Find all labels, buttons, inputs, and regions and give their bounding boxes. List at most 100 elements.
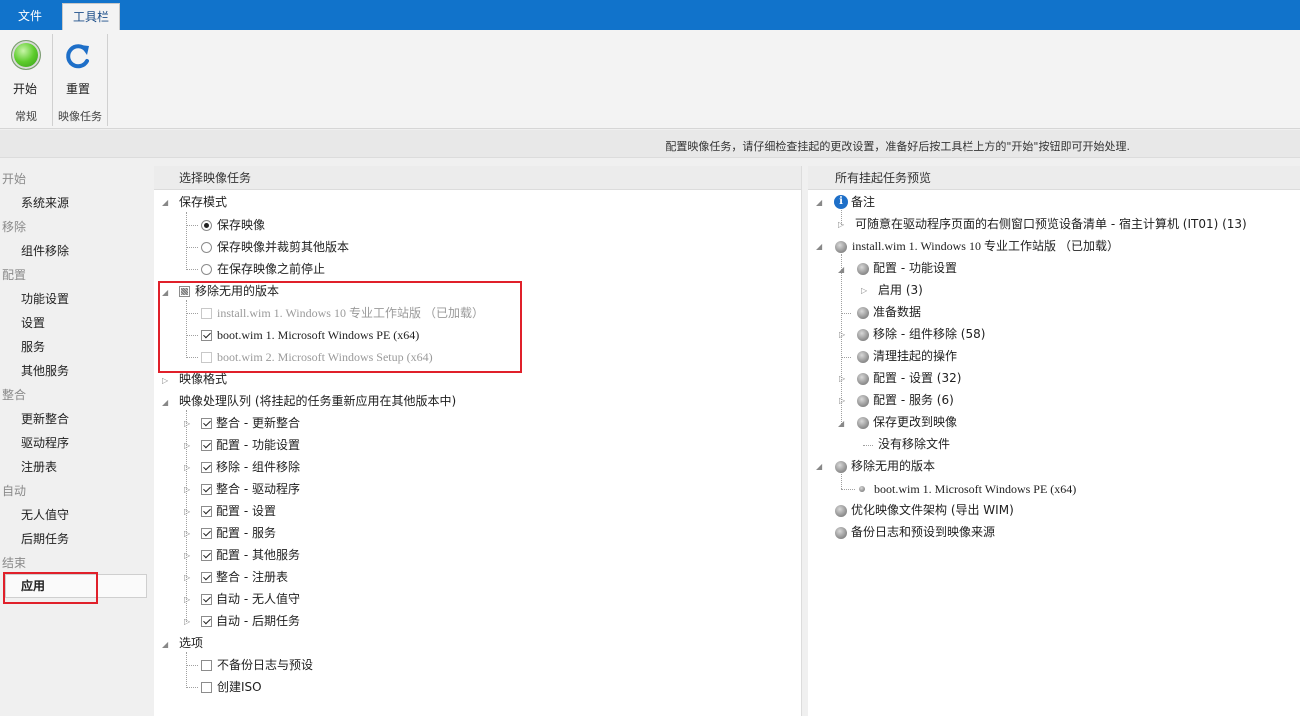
pending-tasks-panel: 所有挂起任务预览 ◢ i 备注 ▷ 可随意在驱动程序页面的右侧窗口预览设备清单 …	[808, 166, 1300, 716]
collapse-arrow-icon[interactable]: ◢	[816, 242, 822, 251]
checkbox-queue-item[interactable]	[201, 528, 212, 539]
menu-bar: 文件 工具栏	[0, 0, 1300, 30]
expand-arrow-icon[interactable]: ▷	[839, 330, 845, 339]
radio-stop-before-save[interactable]	[201, 264, 212, 275]
tab-file[interactable]: 文件	[10, 3, 50, 30]
checkbox-queue-item[interactable]	[201, 572, 212, 583]
expand-arrow-icon[interactable]: ▷	[184, 595, 190, 604]
nav-item-component-removal[interactable]: 组件移除	[21, 242, 69, 259]
queue-item: 整合 - 驱动程序	[216, 482, 300, 496]
start-orb-icon	[11, 40, 41, 70]
nav-item-system-source[interactable]: 系统来源	[21, 194, 69, 211]
expand-arrow-icon[interactable]: ▷	[184, 573, 190, 582]
queue-title: 映像处理队列 (将挂起的任务重新应用在其他版本中)	[179, 394, 457, 408]
nav-item-settings[interactable]: 设置	[21, 314, 45, 331]
expand-arrow-icon[interactable]: ▷	[184, 463, 190, 472]
status-dot-icon	[857, 329, 869, 341]
nav-section-configure: 配置	[2, 268, 27, 282]
expand-arrow-icon[interactable]: ▷	[184, 529, 190, 538]
radio-save-image[interactable]	[201, 220, 212, 231]
nav-section-finish: 结束	[2, 556, 27, 570]
note-title: 备注	[851, 195, 876, 209]
collapse-arrow-icon[interactable]: ◢	[162, 640, 168, 649]
nav-item-registry[interactable]: 注册表	[21, 458, 57, 475]
checkbox-queue-item[interactable]	[201, 616, 212, 627]
expand-arrow-icon[interactable]: ▷	[184, 551, 190, 560]
checkbox-create-iso[interactable]	[201, 682, 212, 693]
expand-arrow-icon[interactable]: ▷	[184, 419, 190, 428]
collapse-arrow-icon[interactable]: ◢	[162, 198, 168, 207]
tree-line	[863, 445, 873, 446]
note-item: 可随意在驱动程序页面的右侧窗口预览设备清单 - 宿主计算机 (IT01) (13…	[855, 217, 1247, 231]
expand-arrow-icon[interactable]: ▷	[184, 441, 190, 450]
queue-item: 配置 - 其他服务	[216, 548, 300, 562]
expand-arrow-icon[interactable]: ▷	[184, 617, 190, 626]
queue-item: 整合 - 注册表	[216, 570, 288, 584]
save-mode-title: 保存模式	[179, 195, 228, 209]
install-child-item: 配置 - 设置 (32)	[873, 371, 962, 385]
collapse-arrow-icon[interactable]: ◢	[816, 198, 822, 207]
tree-line	[841, 489, 855, 490]
checkbox-queue-item[interactable]	[201, 484, 212, 495]
expand-arrow-icon[interactable]: ▷	[838, 220, 844, 229]
queue-item: 整合 - 更新整合	[216, 416, 300, 430]
nav-item-services[interactable]: 服务	[21, 338, 45, 355]
queue-item: 自动 - 后期任务	[216, 614, 300, 628]
nav-item-post-tasks[interactable]: 后期任务	[21, 530, 69, 547]
left-nav: 开始 系统来源 移除 组件移除 配置 功能设置 设置 服务 其他服务 整合 更新…	[0, 166, 150, 716]
collapse-arrow-icon[interactable]: ◢	[838, 419, 844, 428]
ribbon-separator	[107, 34, 108, 126]
tree-line	[186, 212, 187, 270]
tree-line	[841, 357, 851, 358]
checkbox-no-backup[interactable]	[201, 660, 212, 671]
collapse-arrow-icon[interactable]: ◢	[816, 462, 822, 471]
highlight-box-remove-unused	[158, 281, 522, 373]
option-stop-before-save: 在保存映像之前停止	[217, 262, 326, 276]
status-dot-icon	[857, 263, 869, 275]
radio-save-and-trim[interactable]	[201, 242, 212, 253]
nav-item-unattended[interactable]: 无人值守	[21, 506, 69, 523]
options-title: 选项	[179, 636, 204, 650]
collapse-arrow-icon[interactable]: ◢	[162, 398, 168, 407]
expand-arrow-icon[interactable]: ▷	[162, 376, 168, 385]
expand-arrow-icon[interactable]: ▷	[184, 507, 190, 516]
install-child-item: 没有移除文件	[878, 437, 951, 451]
queue-item: 移除 - 组件移除	[216, 460, 300, 474]
install-child-item: 配置 - 服务 (6)	[873, 393, 954, 407]
expand-arrow-icon[interactable]: ▷	[861, 286, 867, 295]
tree-line	[841, 313, 851, 314]
nav-item-updates[interactable]: 更新整合	[21, 410, 69, 427]
nav-item-drivers[interactable]: 驱动程序	[21, 434, 69, 451]
status-dot-icon	[859, 486, 865, 492]
install-child-item: 移除 - 组件移除 (58)	[873, 327, 986, 341]
expand-arrow-icon[interactable]: ▷	[184, 485, 190, 494]
expand-arrow-icon[interactable]: ▷	[839, 396, 845, 405]
expand-arrow-icon[interactable]: ▷	[839, 374, 845, 383]
status-dot-icon	[857, 351, 869, 363]
status-dot-icon	[857, 417, 869, 429]
tree-line	[186, 269, 198, 270]
install-wim-title: install.wim 1. Windows 10 专业工作站版 （已加载）	[852, 239, 1119, 253]
nav-section-integrate: 整合	[2, 388, 27, 402]
nav-item-other-services[interactable]: 其他服务	[21, 362, 69, 379]
queue-item: 配置 - 设置	[216, 504, 276, 518]
nav-item-features[interactable]: 功能设置	[21, 290, 69, 307]
checkbox-queue-item[interactable]	[201, 594, 212, 605]
status-dot-icon	[857, 307, 869, 319]
install-child-item: 启用 (3)	[878, 283, 923, 297]
checkbox-queue-item[interactable]	[201, 506, 212, 517]
start-button[interactable]: 开始	[3, 36, 47, 96]
checkbox-queue-item[interactable]	[201, 418, 212, 429]
checkbox-queue-item[interactable]	[201, 462, 212, 473]
tree-line	[186, 225, 198, 226]
group-image-task-label: 映像任务	[58, 110, 102, 123]
reset-button[interactable]: 重置	[56, 36, 100, 96]
checkbox-queue-item[interactable]	[201, 440, 212, 451]
option-save-and-trim: 保存映像并裁剪其他版本	[217, 240, 350, 254]
checkbox-queue-item[interactable]	[201, 550, 212, 561]
tree-line	[186, 687, 198, 688]
tree-line	[841, 474, 842, 489]
collapse-arrow-icon[interactable]: ◢	[838, 265, 844, 274]
tab-toolbar[interactable]: 工具栏	[62, 3, 120, 30]
panel-header: 选择映像任务	[154, 166, 801, 190]
